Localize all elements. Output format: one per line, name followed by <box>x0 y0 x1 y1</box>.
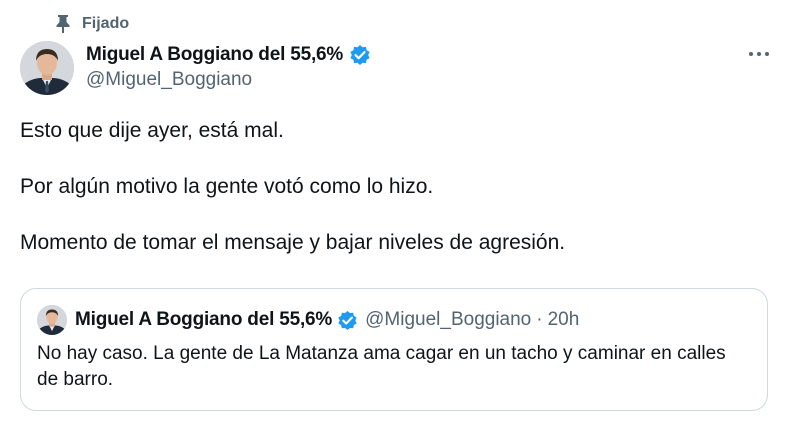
quoted-timestamp[interactable]: 20h <box>548 309 580 331</box>
author-block: Miguel A Boggiano del 55,6% @Miguel_Bogg… <box>86 42 371 91</box>
tweet-paragraph: Momento de tomar el mensaje y bajar nive… <box>20 231 566 254</box>
quoted-author-handle[interactable]: @Miguel_Boggiano <box>365 309 531 331</box>
quoted-tweet-text: No hay caso. La gente de La Matanza ama … <box>37 343 726 390</box>
tweet-text: Esto que dije ayer, está mal. Por algún … <box>20 117 760 257</box>
more-options-icon <box>749 52 769 56</box>
quoted-avatar[interactable] <box>37 305 67 335</box>
pinned-label: Fijado <box>82 15 130 32</box>
author-handle[interactable]: @Miguel_Boggiano <box>86 69 371 91</box>
quoted-separator: · <box>536 309 543 330</box>
verified-badge-icon[interactable] <box>349 44 371 66</box>
quoted-author-name[interactable]: Miguel A Boggiano del 55,6% <box>75 309 332 331</box>
author-name[interactable]: Miguel A Boggiano del 55,6% <box>86 44 343 66</box>
quoted-tweet-header: Miguel A Boggiano del 55,6% @Miguel_Bogg… <box>37 305 579 335</box>
tweet-paragraph: Por algún motivo la gente votó como lo h… <box>20 175 434 198</box>
avatar[interactable] <box>20 41 74 95</box>
pin-icon <box>54 14 72 34</box>
tweet-paragraph: Esto que dije ayer, está mal. <box>20 119 284 142</box>
quoted-tweet-card[interactable]: Miguel A Boggiano del 55,6% @Miguel_Bogg… <box>20 288 768 411</box>
quoted-verified-badge-icon <box>337 310 358 331</box>
more-options-button[interactable] <box>741 40 777 68</box>
author-line: Miguel A Boggiano del 55,6% <box>86 42 371 68</box>
pinned-indicator: Fijado <box>54 13 129 35</box>
